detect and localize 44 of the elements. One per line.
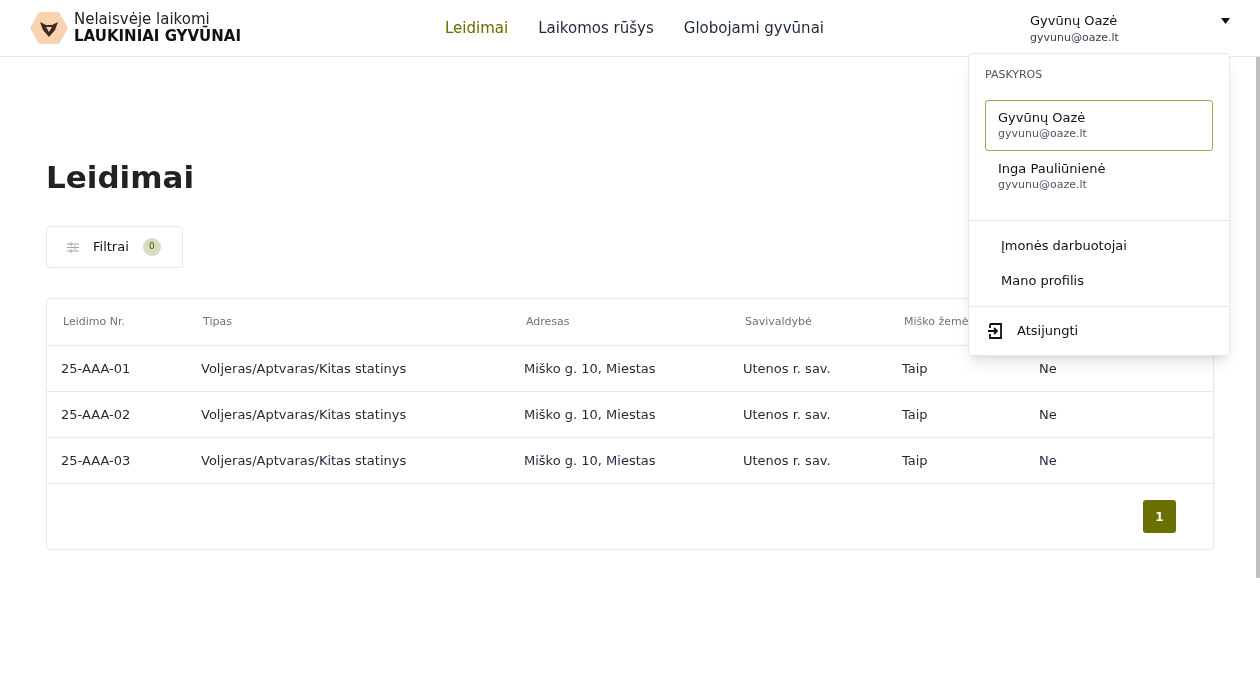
table-cell-text: Voljeras/Aptvaras/Kitas statinys [201,405,407,424]
column-header: Leidimo Nr. [63,313,125,330]
menu-link[interactable]: Įmonės darbuotojai [1001,235,1197,256]
filter-button[interactable]: Filtrai 0 [46,226,183,268]
account-name[interactable]: Gyvūnų Oazė [1030,12,1119,29]
table-cell-text: Ne [1039,405,1057,424]
table-cell-text: Ne [1039,451,1057,470]
logo-title: LAUKINIAI GYVŪNAI [74,28,241,45]
table-cell-text: 25-AAA-02 [61,405,131,424]
table-cell-text: Taip [902,405,928,424]
count-badge: 0 [142,238,161,256]
account-option[interactable]: Inga Pauliūnienė gyvunu@oaze.lt [985,150,1213,202]
nav-link[interactable]: Globojami gyvūnai [683,17,824,40]
column-header: Tipas [203,313,232,330]
menu-link[interactable]: Mano profilis [1001,270,1197,291]
column-header: Adresas [526,313,570,330]
table-cell-text: 25-AAA-03 [61,451,131,470]
table-cell-text: Utenos r. sav. [743,451,831,470]
logout-link[interactable]: Atsijungti [987,320,1079,341]
account-option[interactable]: Gyvūnų Oazė gyvunu@oaze.lt [985,99,1213,151]
column-header: Miško žemė [904,313,969,330]
table-cell-text: Miško g. 10, Miestas [524,405,656,424]
column-header: Savivaldybė [745,313,812,330]
caret-icon[interactable] [1221,18,1230,24]
table-cell-text: Miško g. 10, Miestas [524,451,656,470]
table-cell-text: Ne [1039,359,1057,378]
sliders-icon [67,241,79,253]
table-cell-text: Taip [902,359,928,378]
fox-logo-icon[interactable] [30,12,68,44]
account-email: gyvunu@oaze.lt [1030,30,1119,46]
table-cell-text: Miško g. 10, Miestas [524,359,656,378]
page-button[interactable]: 1 [1143,500,1176,533]
table-cell-text: Voljeras/Aptvaras/Kitas statinys [201,359,407,378]
nav-link[interactable]: Laikomos rūšys [538,17,654,40]
logout-icon [987,322,1003,339]
scrollbar[interactable] [1256,57,1260,578]
nav-link[interactable]: Leidimai [445,17,509,40]
table-cell-text: 25-AAA-01 [61,359,131,378]
table-cell-text: Voljeras/Aptvaras/Kitas statinys [201,451,407,470]
table-cell-text: Utenos r. sav. [743,359,831,378]
page-title: Leidimai [46,158,195,197]
table-cell-text: Utenos r. sav. [743,405,831,424]
table-cell-text: Taip [902,451,928,470]
menu-heading: PASKYROS [985,67,1044,83]
